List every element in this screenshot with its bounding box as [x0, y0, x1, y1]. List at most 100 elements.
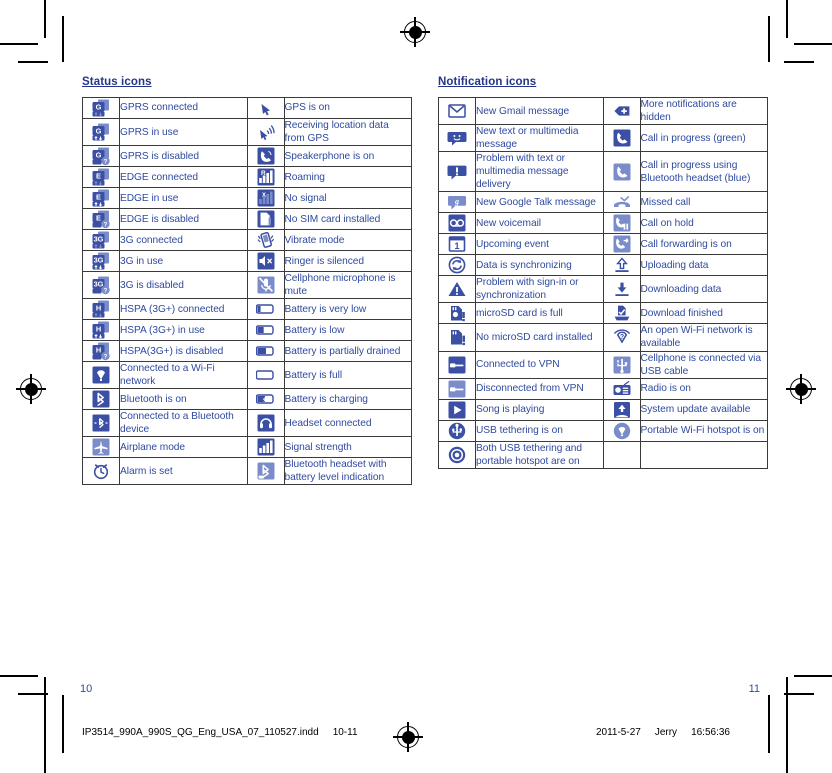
icon-description: Problem with text or multimedia message …: [475, 151, 604, 193]
icon-description: Alarm is set: [119, 457, 248, 486]
icon-description: EDGE is disabled: [119, 208, 248, 231]
gps-receiving-icon: [246, 117, 285, 147]
empty-cell: [602, 440, 641, 469]
alarm-set-icon: [82, 457, 120, 486]
notification-icons-column: Notification icons New Gmail message More…: [432, 72, 768, 469]
3g-connected-icon: 3G: [82, 229, 120, 252]
svg-text:3G: 3G: [94, 280, 104, 289]
icon-description: USB tethering is on: [475, 419, 604, 442]
open-wifi-icon: ?: [602, 323, 641, 352]
vpn-disconnected-icon: [447, 379, 467, 399]
slug-date: 2011-5-27: [595, 727, 641, 738]
table-row: G GPRS in use Receiving location data from…: [82, 117, 412, 147]
icon-description: Cellphone is connected via USB cable: [639, 350, 768, 379]
vibrate-mode-icon: [256, 230, 276, 250]
table-row: E? EDGE is disabled No SIM card installed: [82, 208, 412, 231]
icon-description: Data is synchronizing: [475, 254, 604, 277]
battery-charging-icon: [255, 389, 276, 409]
table-row: H? HSPA(3G+) is disabled Battery is partia…: [82, 340, 412, 363]
icon-description: No SIM card installed: [283, 208, 412, 231]
gprs-in-use-icon: G: [82, 117, 120, 147]
icon-description: Receiving location data from GPS: [283, 117, 412, 147]
table-row: Data is synchronizing Uploading data: [438, 254, 768, 277]
speakerphone-on-icon: [246, 145, 285, 168]
sync-problem-icon: [447, 279, 467, 299]
battery-full-icon: [246, 361, 285, 390]
table-row: New voicemail Call on hold: [438, 212, 768, 235]
radio-on-icon: [612, 379, 632, 399]
no-signal-icon: x: [246, 187, 285, 210]
crop-mark: [62, 16, 64, 62]
no-signal-icon: x: [256, 188, 276, 208]
new-sms-icon: [447, 128, 467, 148]
icon-description: Battery is low: [283, 319, 412, 342]
icon-description: GPS is on: [283, 97, 412, 119]
3g-disabled-icon: 3G?: [91, 275, 111, 295]
download-icon: [602, 275, 641, 304]
open-wifi-icon: ?: [612, 327, 632, 347]
table-row: g New Google Talk message Missed call: [438, 191, 768, 214]
svg-text:1: 1: [454, 241, 459, 251]
upcoming-event-icon: 1: [447, 234, 467, 254]
icon-description: EDGE in use: [119, 187, 248, 210]
vpn-disconnected-icon: [438, 377, 476, 400]
crop-mark: [786, 0, 788, 38]
icon-description: Radio is on: [639, 377, 768, 400]
new-gmail-icon: [447, 101, 467, 121]
svg-text:E: E: [96, 193, 101, 202]
system-update-icon: [612, 400, 632, 420]
svg-text:?: ?: [104, 289, 108, 295]
airplane-mode-icon: [91, 437, 111, 457]
table-row: H HSPA (3G+) connected Battery is very low: [82, 298, 412, 321]
sms-problem-icon: [447, 162, 467, 182]
call-bluetooth-icon: [612, 162, 632, 182]
crop-mark: [62, 695, 64, 753]
icon-description: 3G is disabled: [119, 271, 248, 300]
table-row: 3G 3G in use Ringer is silenced: [82, 250, 412, 273]
radio-on-icon: [602, 377, 641, 400]
call-on-hold-icon: [612, 213, 632, 233]
edge-in-use-icon: E: [91, 188, 111, 208]
tethering-and-hotspot-icon: [447, 445, 467, 465]
download-finished-icon: [612, 303, 632, 323]
table-row: Connected to a Wi-Fi network Battery is f…: [82, 361, 412, 390]
call-forwarding-icon: [612, 234, 632, 254]
table-row: New text or multimedia message Call in pr…: [438, 124, 768, 153]
table-row: E EDGE in use x No signal: [82, 187, 412, 210]
icon-description: Bluetooth is on: [119, 388, 248, 411]
svg-text:g: g: [454, 197, 459, 206]
gprs-in-use-icon: G: [91, 122, 111, 142]
svg-text:E: E: [96, 214, 101, 223]
icon-description: Connected to a Bluetooth device: [119, 409, 248, 438]
svg-text:3G: 3G: [94, 256, 104, 265]
table-row: 1 Upcoming event Call forwarding is on: [438, 233, 768, 256]
speakerphone-on-icon: [256, 146, 276, 166]
edge-disabled-icon: E?: [82, 208, 120, 231]
new-gmail-icon: [438, 96, 476, 126]
google-talk-icon: g: [447, 192, 467, 212]
usb-connected-icon: [602, 350, 641, 379]
icon-description: Battery is partially drained: [283, 340, 412, 363]
svg-text:?: ?: [104, 223, 108, 229]
edge-in-use-icon: E: [82, 187, 120, 210]
missed-call-icon: [612, 192, 632, 212]
table-row: USB tethering is on Portable Wi-Fi hotspo…: [438, 419, 768, 442]
edge-connected-icon: E: [82, 166, 120, 189]
icon-description: Bluetooth headset with battery level ind…: [283, 457, 412, 486]
icon-description: Problem with sign-in or synchronization: [475, 275, 604, 304]
slug-filename: IP3514_990A_990S_QG_Eng_USA_07_110527.in…: [82, 727, 319, 738]
registration-mark-right: [786, 374, 816, 404]
status-icons-column: Status icons G GPRS connected GPS is on G GP…: [76, 72, 412, 486]
battery-partial-icon: [246, 340, 285, 363]
gprs-connected-icon: G: [91, 98, 111, 118]
new-voicemail-icon: [447, 213, 467, 233]
airplane-mode-icon: [82, 436, 120, 459]
icon-description: Disconnected from VPN: [475, 377, 604, 400]
status-icons-table: G GPRS connected GPS is on G GPRS in use Rece…: [82, 97, 412, 486]
song-playing-icon: [438, 398, 476, 421]
table-row: Airplane mode Signal strength: [82, 436, 412, 459]
crop-mark: [44, 0, 46, 38]
alarm-set-icon: [91, 461, 111, 481]
upcoming-event-icon: 1: [438, 233, 476, 256]
notification-icons-heading: Notification icons: [438, 76, 537, 88]
